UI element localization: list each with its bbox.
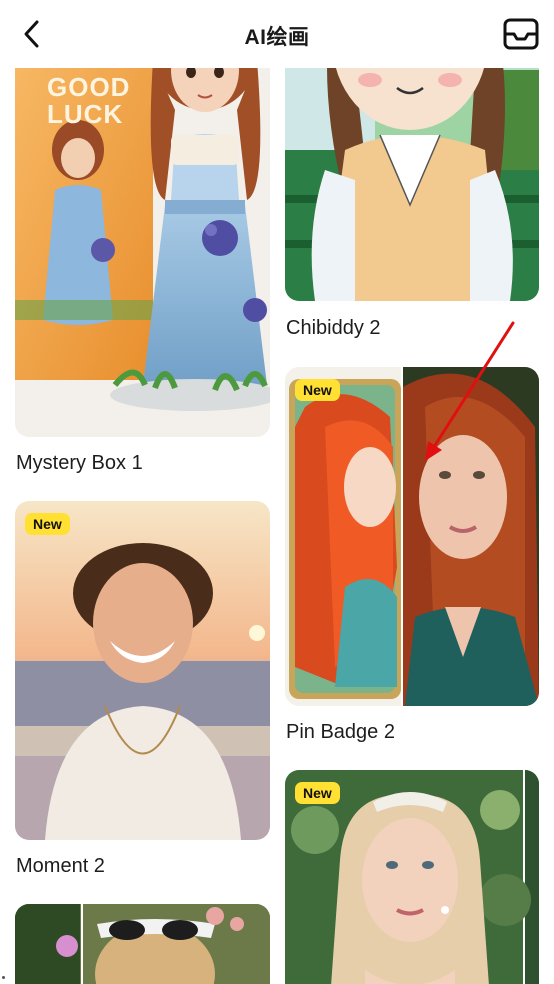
card-label: Pin Badge 2 [286, 721, 395, 743]
new-badge: New [295, 782, 340, 804]
box-art-line2: LUCK [47, 99, 124, 129]
card-label: Mystery Box 1 [16, 452, 143, 474]
card-thumbnail: New [285, 367, 539, 706]
inbox-tray-icon [503, 18, 539, 50]
inbox-button[interactable] [500, 14, 542, 54]
card-label: Moment 2 [16, 855, 105, 877]
top-bar: AI绘画 [0, 0, 554, 68]
card-label: Chibiddy 2 [286, 317, 381, 339]
new-badge: New [295, 379, 340, 401]
box-art-text: GOOD LUCK [47, 74, 130, 128]
status-dot [2, 976, 5, 979]
card-thumbnail: New [15, 501, 270, 840]
card-pin-badge-2[interactable]: New Pin Badge 2 [285, 367, 539, 747]
card-thumbnail [15, 904, 270, 984]
card-mystery-box-1[interactable]: GOOD LUCK Mystery Box 1 [15, 0, 270, 480]
card-partial-right[interactable]: New [285, 770, 539, 984]
new-badge: New [25, 513, 70, 535]
card-partial-left[interactable] [15, 904, 270, 984]
box-art-line1: GOOD [47, 72, 131, 102]
card-moment-2[interactable]: New Moment 2 [15, 501, 270, 881]
page-title: AI绘画 [244, 26, 310, 49]
card-thumbnail: New [285, 770, 539, 984]
